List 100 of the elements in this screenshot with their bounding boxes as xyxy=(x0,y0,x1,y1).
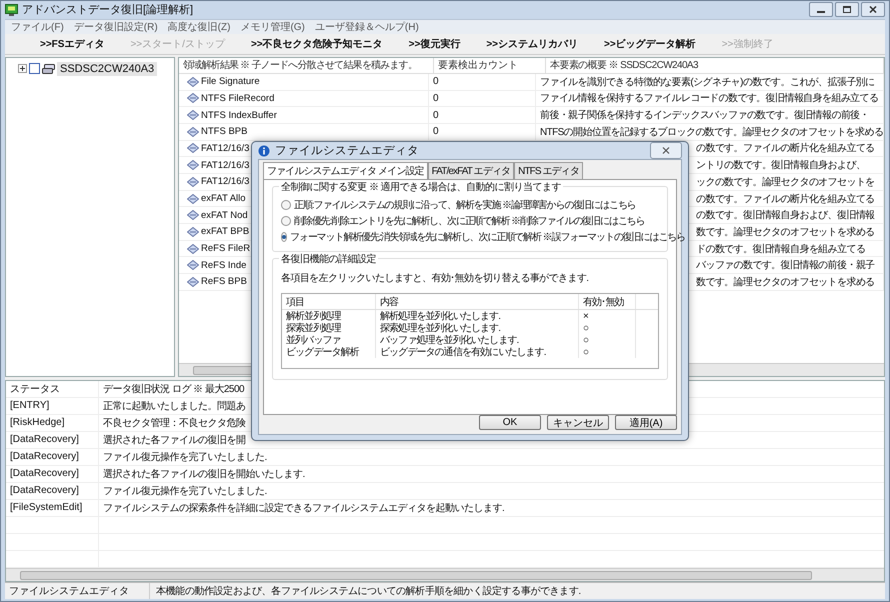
column-header[interactable]: 内容 xyxy=(376,294,579,309)
toolbar-button[interactable]: >>FSエディタ xyxy=(27,37,118,52)
table-cell: ReFS FileR xyxy=(201,243,250,254)
status-mark[interactable]: ○ xyxy=(583,334,588,346)
tab[interactable]: NTFS エディタ xyxy=(514,162,583,179)
status-text: 本機能の動作設定および、各ファイルシステムについての解析手順を細かく設定する事ができます. xyxy=(156,584,581,598)
group-label: 各復旧機能の詳細設定 xyxy=(279,252,378,266)
radio-label[interactable]: フォーマット解析優先:消失領域を先に解析し、次に正順で解析 ※誤フォーマットの復旧にはこちら xyxy=(290,230,685,244)
tree-item[interactable]: SSDSC2CW240A3 xyxy=(57,62,158,76)
table-cell: ReFS BPB xyxy=(201,276,247,288)
app-icon xyxy=(5,4,18,16)
table-cell-text: ファイル復元操作を完了いたしました. xyxy=(103,484,267,498)
table-cell: [DataRecovery] xyxy=(10,451,79,462)
close-button[interactable] xyxy=(861,2,885,18)
table-cell: exFAT Nod xyxy=(201,210,248,221)
column-header[interactable]: 有効･無効 xyxy=(579,294,636,309)
list-cell[interactable]: 解析並列処理 xyxy=(286,309,341,323)
node-icon xyxy=(187,93,199,104)
radio-button[interactable] xyxy=(281,232,287,242)
list-cell[interactable]: バッファ処理を並列化いたします. xyxy=(380,333,518,347)
drive-icon xyxy=(42,64,55,74)
table-cell-text: ドの数です。復旧情報自身を組み立てる xyxy=(696,242,866,256)
status-mark[interactable]: ○ xyxy=(583,346,588,358)
table-cell-text: 不良セクタ管理：不良セクタ危険 xyxy=(103,416,246,430)
status-text: ファイルシステムエディタ xyxy=(9,584,129,598)
column-header[interactable]: 領域解析結果 ※ 子ノードへ分散させて結果を積みます。 xyxy=(179,58,434,73)
table-cell: 0 xyxy=(433,110,439,121)
table-cell: exFAT Allo xyxy=(201,193,246,204)
scrollbar[interactable] xyxy=(6,568,884,581)
dialog-title: ファイルシステムエディタ xyxy=(275,144,419,158)
menu-item[interactable]: ユーザ登録＆ヘルプ(H) xyxy=(314,20,419,34)
radio-label[interactable]: 正順:ファイルシステムの規則に沿って、解析を実施 ※論理障害からの復旧にはこちら xyxy=(294,198,636,212)
dialog-button[interactable]: キャンセル xyxy=(547,415,609,430)
table-cell-text: NTFSの開始位置を記録するブロックの数です。論理セクタのオフセットを求める xyxy=(540,126,883,139)
list-cell[interactable]: ビッグデータの通信を有効にいたします. xyxy=(380,345,546,359)
toolbar-button[interactable]: >>システムリカバリ xyxy=(473,37,591,52)
menu-item[interactable]: メモリ管理(G) xyxy=(240,20,305,34)
table-cell: [FileSystemEdit] xyxy=(10,502,82,514)
node-icon xyxy=(187,110,199,120)
tab[interactable]: ファイルシステムエディタ メイン設定 xyxy=(263,162,428,179)
menu-item[interactable]: ファイル(F) xyxy=(11,20,64,34)
table-cell: FAT12/16/3 xyxy=(201,160,250,171)
node-icon xyxy=(187,226,199,237)
table-cell-text: の数です。復旧情報自身および、復旧情報 xyxy=(696,208,875,222)
table-cell: ReFS Inde xyxy=(201,260,246,271)
table-cell: FAT12/16/3 xyxy=(201,176,250,188)
node-icon xyxy=(187,276,199,287)
status-mark[interactable]: × xyxy=(583,310,588,322)
close-button[interactable] xyxy=(650,142,682,159)
menu-item[interactable]: 高度な復旧(Z) xyxy=(168,20,230,34)
list-cell[interactable]: 解析処理を並列化いたします. xyxy=(380,309,500,323)
column-header[interactable]: ステータス xyxy=(6,380,99,397)
table-cell-text: 数です。論理セクタのオフセットを求める xyxy=(696,276,875,289)
table-cell: [DataRecovery] xyxy=(10,485,79,496)
node-icon xyxy=(187,160,199,170)
list-cell[interactable]: 探索処理を並列化いたします. xyxy=(380,321,500,335)
table-cell: 0 xyxy=(433,76,439,88)
table-cell-text: ファイル情報を保持するファイルレコードの数です。復旧情報自身を組み立てる xyxy=(540,92,878,106)
table-cell-text: 数です。論理セクタのオフセットを求める xyxy=(696,226,875,239)
expand-icon[interactable] xyxy=(18,64,27,74)
table-cell: File Signature xyxy=(201,76,260,88)
toolbar-button[interactable]: >>不良セクタ危険予知モニタ xyxy=(238,37,396,52)
column-header[interactable]: 要素検出カウント xyxy=(434,58,546,73)
close-icon[interactable] xyxy=(869,6,877,14)
node-icon xyxy=(187,126,199,137)
table-cell-text: ックの数です。論理セクタのオフセットを xyxy=(696,176,875,189)
group-label: 全制御に関する変更 ※ 適用できる場合は、自動的に割り当てます xyxy=(279,180,564,194)
radio-button[interactable] xyxy=(281,216,291,226)
column-header[interactable]: 本要素の概要 ※ SSDSC2CW240A3 xyxy=(546,58,884,73)
table-cell: [DataRecovery] xyxy=(10,434,79,446)
menu-item[interactable]: データ復旧設定(R) xyxy=(74,20,158,34)
table-cell-text: 選択された各ファイルの復旧を開 xyxy=(103,434,246,447)
table-cell: 0 xyxy=(433,92,439,104)
node-icon xyxy=(187,260,199,270)
table-cell-text: 正常に起動いたしました。問題あ xyxy=(103,400,246,413)
table-cell: NTFS IndexBuffer xyxy=(201,110,277,121)
table-cell: exFAT BPB xyxy=(201,226,250,238)
maximize-button[interactable] xyxy=(835,2,859,18)
radio-button[interactable] xyxy=(281,200,291,210)
table-cell-text: 前後・親子関係を保持するインデックスバッファの数です。復旧情報の前後・ xyxy=(540,108,870,122)
maximize-icon[interactable] xyxy=(843,6,851,14)
dialog-button[interactable]: 適用(A) xyxy=(615,415,677,430)
close-icon[interactable] xyxy=(662,147,670,154)
table-cell-text: ファイル復元操作を完了いたしました. xyxy=(103,450,267,464)
list-cell[interactable]: 探索並列処理 xyxy=(286,321,341,335)
list-cell[interactable]: 並列バッファ xyxy=(286,333,341,347)
toolbar-button[interactable]: >>復元実行 xyxy=(396,37,474,52)
radio-label[interactable]: 削除優先:削除エントリを先に解析し、次に正順で解析 ※削除ファイルの復旧にはこちら xyxy=(294,214,644,228)
table-cell: 0 xyxy=(433,126,439,138)
status-mark[interactable]: ○ xyxy=(583,322,588,334)
toolbar-button[interactable]: >>ビッグデータ解析 xyxy=(591,37,709,52)
node-icon xyxy=(187,244,199,254)
minimize-button[interactable] xyxy=(809,2,833,18)
dialog-button[interactable]: OK xyxy=(479,415,541,430)
node-icon xyxy=(187,76,199,87)
checkbox[interactable] xyxy=(29,63,40,74)
list-cell[interactable]: ビッグデータ解析 xyxy=(286,345,359,359)
node-icon xyxy=(187,143,199,154)
tab[interactable]: FAT/exFAT エディタ xyxy=(428,162,514,179)
column-header[interactable]: 項目 xyxy=(282,294,376,309)
